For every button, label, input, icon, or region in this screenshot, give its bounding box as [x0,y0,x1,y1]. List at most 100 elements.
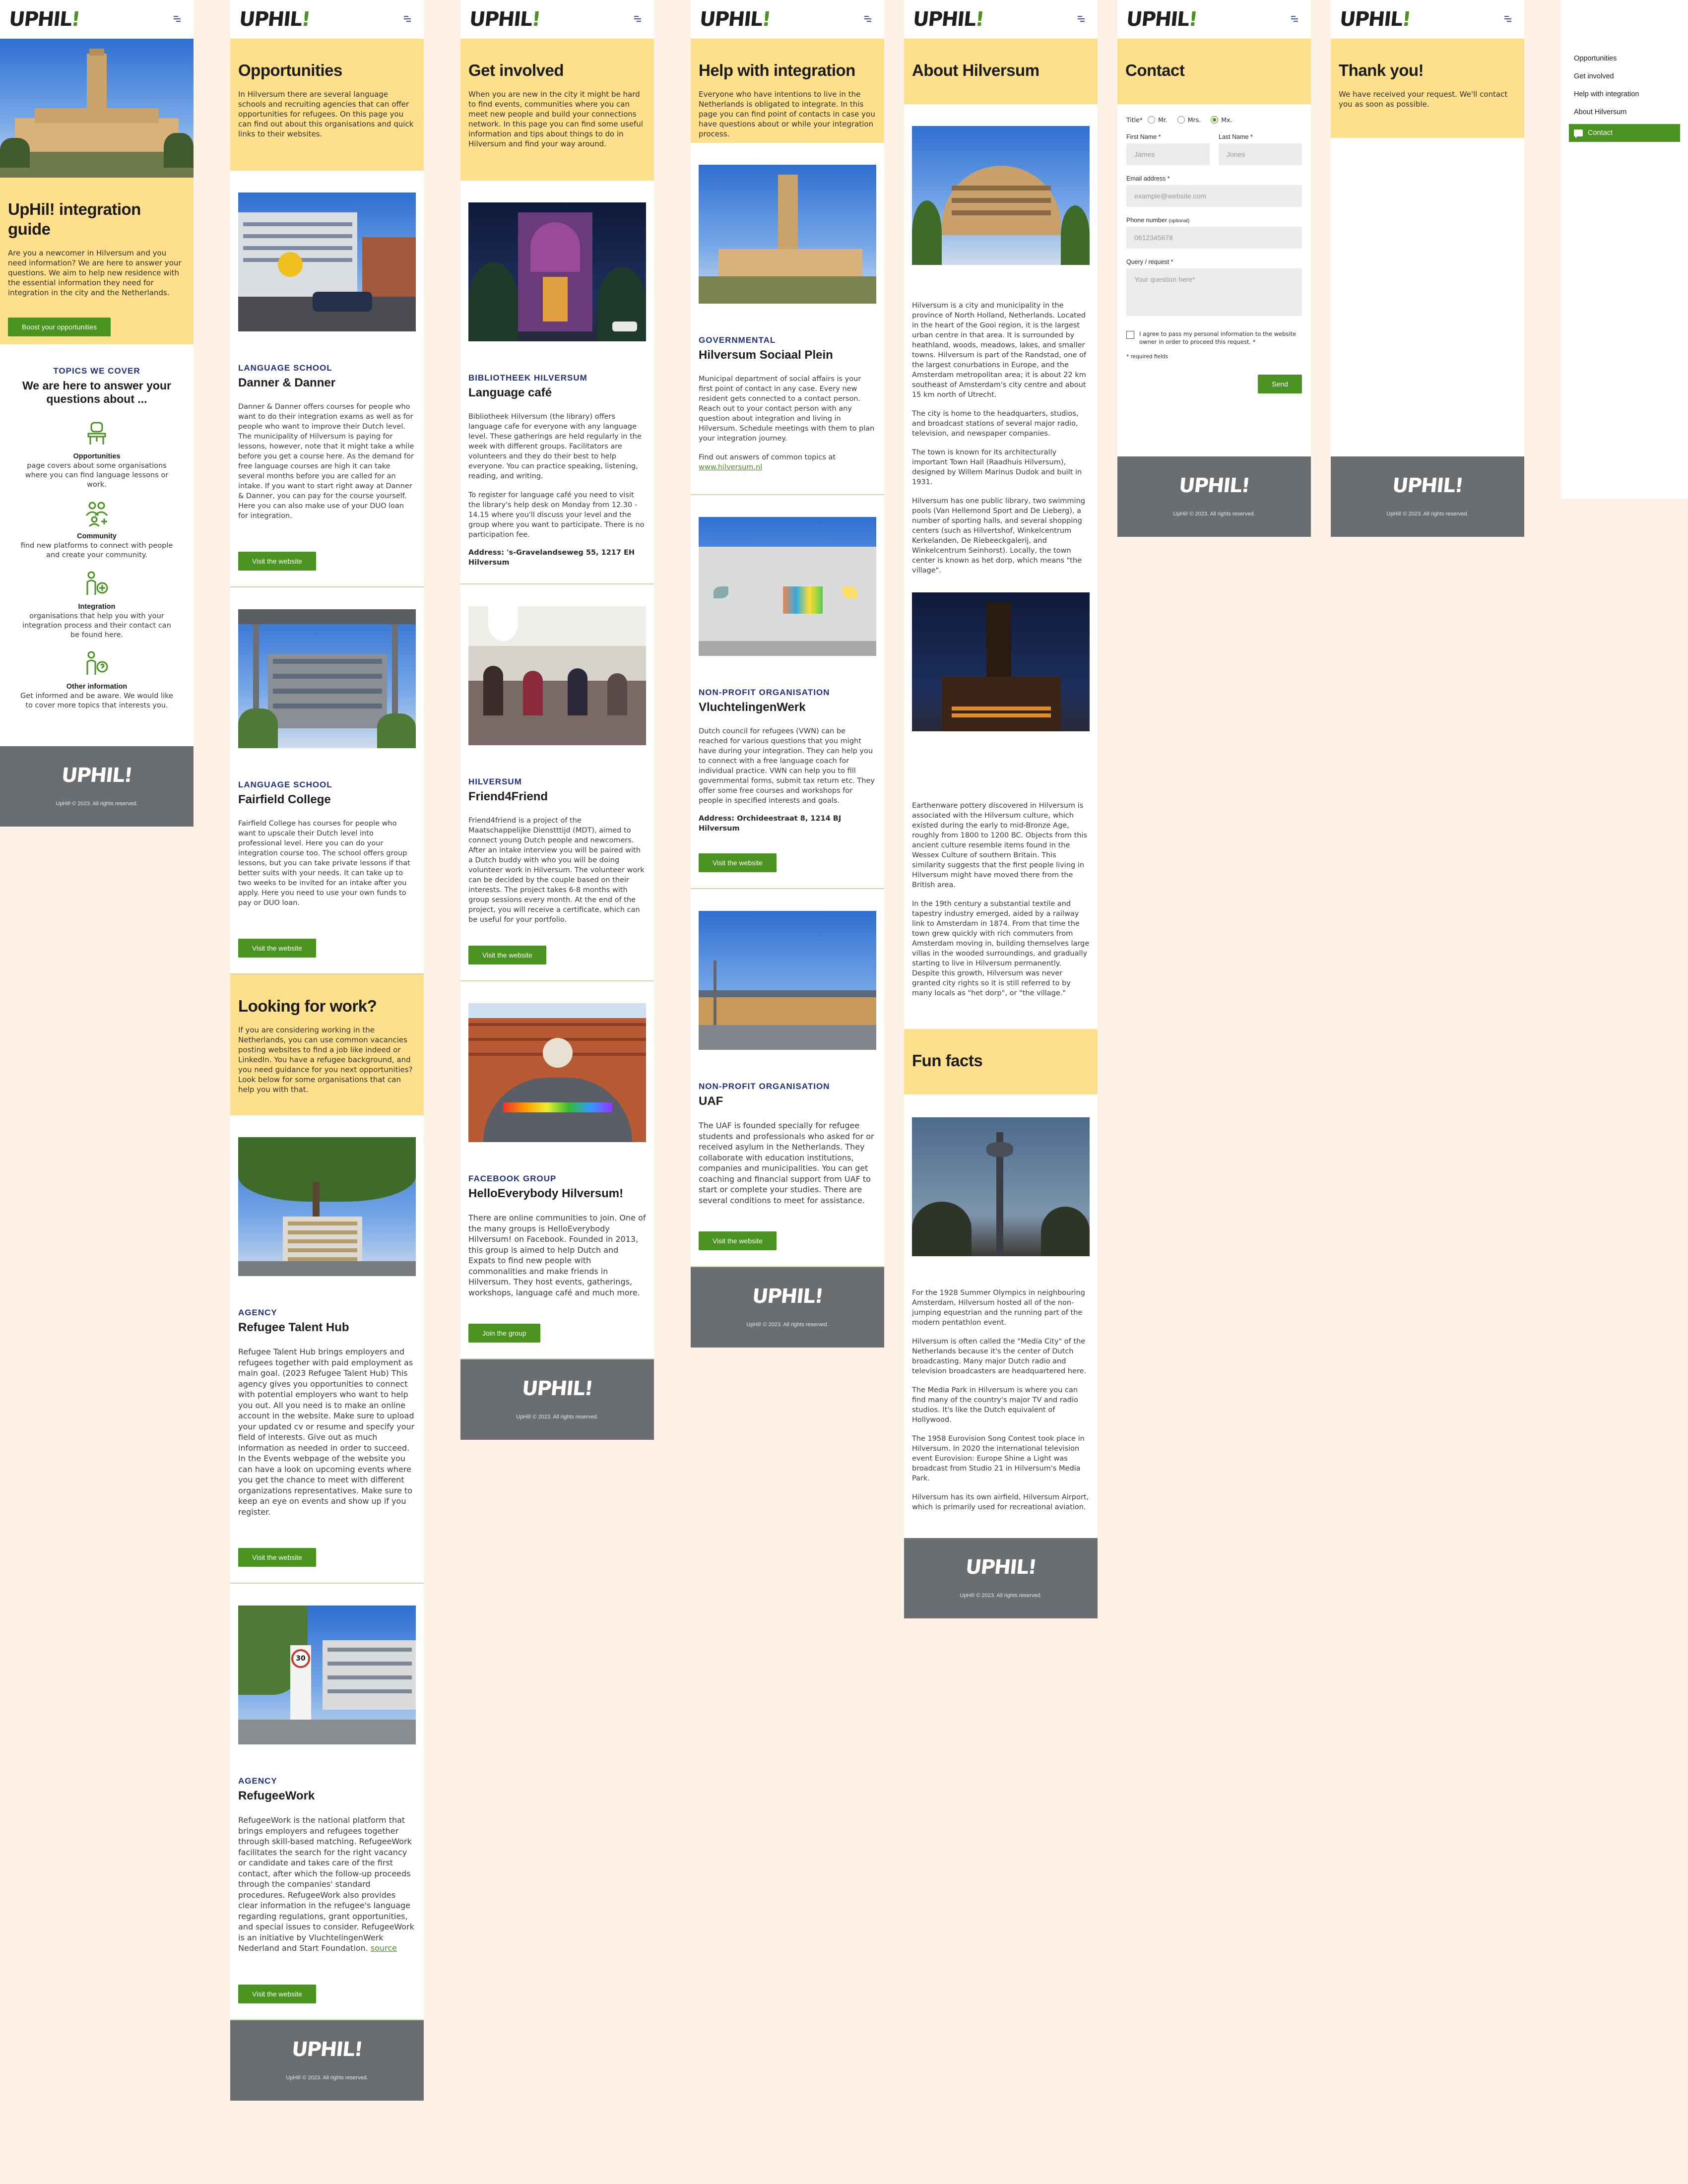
logo[interactable]: UPHIL! [8,8,81,31]
card-kicker: LANGUAGE SCHOOL [238,780,332,789]
nav-item-contact[interactable]: Contact [1569,124,1680,142]
fact-text: The Media Park in Hilversum is where you… [912,1386,1078,1424]
footer: UPHIL! UpHil! © 2023. All rights reserve… [1117,456,1311,537]
hilversum-link[interactable]: www.hilversum.nl [699,463,762,471]
card-kicker: NON-PROFIT ORGANISATION [699,1082,830,1091]
visit-website-button[interactable]: Visit the website [238,1984,316,2003]
first-name-label: First Name * [1126,133,1161,140]
footer-logo: UPHIL! [1391,474,1464,497]
query-textarea[interactable] [1126,268,1302,316]
logo[interactable]: UPHIL! [468,8,541,31]
card-title: Hilversum Sociaal Plein [699,348,833,362]
integration-hero: Help with integration Everyone who have … [691,39,884,143]
card-refugeework: 30 AGENCY RefugeeWork RefugeeWork is the… [230,1584,424,2020]
card-title: Danner & Danner [238,376,336,389]
topic-integration[interactable]: Integration organisations that help you … [8,571,186,640]
card-text: Find out answers of common topics at [699,453,836,461]
header: UPHIL! [0,0,194,39]
menu-icon[interactable] [634,16,641,22]
visit-website-button[interactable]: Visit the website [238,939,316,958]
logo[interactable]: UPHIL! [1339,8,1412,31]
topics-title: We are here to answer your questions abo… [22,379,171,405]
phone-label: Phone number (optional) [1126,217,1190,224]
about-text: Hilversum has one public library, two sw… [912,497,1085,575]
copyright: UpHil! © 2023. All rights reserved. [960,1593,1042,1599]
card-refugee-talent-hub: AGENCY Refugee Talent Hub Refugee Talent… [230,1115,424,1584]
menu-icon[interactable] [864,16,871,22]
phone-input[interactable] [1126,227,1302,249]
card-text: Fairfield College has courses for people… [238,820,410,907]
source-link[interactable]: source [371,1943,397,1953]
topic-opportunities[interactable]: Opportunities page covers about some org… [8,421,186,490]
card-text: The UAF is founded specially for refugee… [699,1121,874,1205]
logo[interactable]: UPHIL! [912,8,985,31]
integration-intro: Everyone who have intentions to live in … [699,90,875,138]
radio-mx[interactable]: Mx. [1211,116,1232,124]
card-vluchtelingenwerk: NON-PROFIT ORGANISATION VluchtelingenWer… [691,495,884,889]
screen-integration: UPHIL! Help with integration Everyone wh… [691,0,884,1348]
visit-website-button[interactable]: Visit the website [699,1231,777,1250]
radio-mrs[interactable]: Mrs. [1177,116,1201,124]
menu-icon[interactable] [404,16,411,22]
visit-website-button[interactable]: Visit the website [468,946,546,964]
opportunities-intro: In Hilversum there are several language … [238,90,414,138]
facts-hero: Fun facts [904,1029,1098,1094]
copyright: UpHil! © 2023. All rights reserved. [1386,511,1469,517]
chair-icon [87,422,106,445]
last-name-input[interactable] [1219,143,1302,165]
nav-item-opportunities[interactable]: Opportunities [1569,50,1680,67]
topics-section: TOPICS WE COVER We are here to answer yo… [0,344,194,746]
about-text: In the 19th century a substantial textil… [912,900,1090,997]
card-text: Danner & Danner offers courses for peopl… [238,403,414,520]
nav-item-about[interactable]: About Hilversum [1569,103,1680,121]
consent-checkbox[interactable] [1126,331,1134,339]
logo[interactable]: UPHIL! [1125,8,1198,31]
header: UPHIL! [230,0,424,39]
consent-row: I agree to pass my personal information … [1126,330,1302,346]
email-input[interactable] [1126,185,1302,207]
send-button[interactable]: Send [1258,375,1302,393]
about-text: The city is home to the headquarters, st… [912,410,1079,438]
logo[interactable]: UPHIL! [238,8,311,31]
last-name-label: Last Name * [1219,133,1253,140]
logo[interactable]: UPHIL! [699,8,772,31]
community-icon [85,502,108,527]
menu-icon[interactable] [1078,16,1085,22]
menu-icon[interactable] [174,16,181,22]
footer: UPHIL! UpHil! © 2023. All rights reserve… [0,746,194,827]
footer: UPHIL! UpHil! © 2023. All rights reserve… [691,1267,884,1348]
section-title: Fun facts [912,1051,983,1070]
topic-community[interactable]: Community find new platforms to connect … [8,501,186,560]
join-group-button[interactable]: Join the group [468,1324,540,1343]
card-fairfield: LANGUAGE SCHOOL Fairfield College Fairfi… [230,587,424,974]
screen-get-involved: UPHIL! Get involved When you are new in … [460,0,654,1440]
topic-other[interactable]: Other information Get informed and be aw… [8,651,186,710]
menu-icon[interactable] [1504,16,1511,22]
card-kicker: HILVERSUM [468,777,522,786]
footer-logo: UPHIL! [1177,474,1251,497]
footer-logo: UPHIL! [964,1556,1038,1579]
menu-icon[interactable] [1291,16,1298,22]
card-address: Address: 's-Gravelandseweg 55, 1217 EH H… [468,549,635,567]
footer-logo: UPHIL! [751,1285,824,1308]
card-text: To register for language café you need t… [468,491,645,539]
card-text: RefugeeWork is the national platform tha… [238,1815,414,1953]
consent-label: I agree to pass my personal information … [1139,330,1297,345]
visit-website-button[interactable]: Visit the website [699,853,777,872]
boost-button[interactable]: Boost your opportunities [8,318,111,336]
visit-website-button[interactable]: Visit the website [238,552,316,571]
visit-website-button[interactable]: Visit the website [238,1548,316,1567]
building-photo [468,1003,646,1142]
first-name-input[interactable] [1126,143,1210,165]
nav-item-integration[interactable]: Help with integration [1569,85,1680,103]
section-title: Looking for work? [238,997,377,1015]
library-photo [468,202,646,341]
page-title: Get involved [468,61,564,79]
card-title: RefugeeWork [238,1789,315,1802]
opportunities-hero: Opportunities In Hilversum there are sev… [230,39,424,171]
radio-mr[interactable]: Mr. [1148,116,1168,124]
query-label: Query / request * [1126,258,1173,265]
nav-item-get-involved[interactable]: Get involved [1569,67,1680,85]
footer-logo: UPHIL! [290,2038,364,2061]
contact-form: Title* Mr. Mrs. Mx. First Name * Last Na… [1117,104,1311,456]
